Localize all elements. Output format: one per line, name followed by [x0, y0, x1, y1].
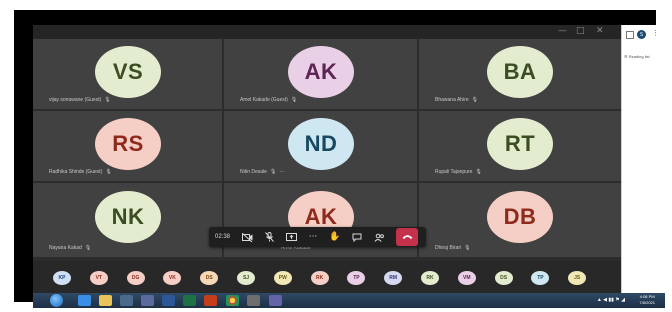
more-icon[interactable]: ··· [302, 227, 324, 247]
mic-off-icon: 🎙 [104, 97, 111, 103]
chat-icon[interactable] [346, 227, 368, 247]
browser-side-panel: S ⋮ ☰ Reading list [621, 25, 665, 293]
participant-name: Amol Kakade (Guest) 🎙 [240, 97, 297, 103]
camera-off-icon[interactable] [236, 227, 258, 247]
mic-off-icon: 🎙 [464, 245, 471, 251]
participant-chip[interactable]: VM [457, 271, 476, 285]
participant-name-label: Radhika Shinde (Guest) [49, 169, 103, 175]
ie-icon[interactable] [78, 295, 91, 306]
participant-chip[interactable]: RK [421, 271, 439, 285]
participant-name: Nayana Kakad 🎙 [49, 245, 91, 251]
participant-name-label: Amol Kakade (Guest) [240, 97, 288, 103]
teams-icon[interactable] [269, 295, 282, 306]
participant-chip[interactable]: DG [126, 271, 145, 285]
mic-off-icon: 🎙 [105, 169, 112, 175]
profile-initial: S [639, 31, 644, 38]
participant-tile[interactable]: BA Bhawana Ahire 🎙 [419, 39, 621, 109]
media-player-icon[interactable] [120, 295, 133, 306]
participant-name-label: Nayana Kakad [49, 245, 82, 251]
browser-menu-icon[interactable]: ⋮ [652, 29, 659, 37]
mic-off-icon: 🎙 [471, 97, 478, 103]
participant-name: vijay sonawane (Guest) 🎙 [49, 97, 111, 103]
app-icon[interactable] [141, 295, 154, 306]
people-icon[interactable] [368, 227, 390, 247]
windows-taskbar: ▲ ◀ ▮▮ ⚑ ◢ 4:08 PM 7/8/2021 [33, 293, 665, 308]
participant-name-label: Bhawana Ahire [435, 97, 469, 103]
file-explorer-icon[interactable] [99, 295, 112, 306]
participant-chip[interactable]: RK [310, 271, 329, 285]
title-bar: — □ ✕ [33, 25, 621, 39]
participant-tile[interactable]: ND Nitin Desale 🎙 ··· [224, 111, 417, 181]
excel-icon[interactable] [183, 295, 196, 306]
hang-up-button[interactable] [396, 228, 418, 246]
mic-off-icon[interactable] [258, 227, 280, 247]
more-options-icon[interactable]: ··· [279, 169, 284, 175]
participant-avatar: AK [288, 46, 354, 98]
participant-chip[interactable]: TP [347, 271, 366, 285]
powerpoint-icon[interactable] [204, 295, 217, 306]
participant-tile[interactable]: RT Rupali Tajanpure 🎙 [419, 111, 621, 181]
mic-off-icon: 🎙 [84, 245, 92, 251]
participant-avatar: RT [487, 118, 553, 170]
mic-off-icon: 🎙 [269, 169, 277, 175]
clock-date: 7/8/2021 [639, 300, 655, 305]
participant-tile[interactable]: NK Nayana Kakad 🎙 [33, 183, 222, 257]
screen: — □ ✕ VS vijay sonawane (Guest) 🎙 AK Amol… [33, 25, 665, 308]
participant-avatar: VS [95, 46, 161, 98]
raise-hand-icon[interactable]: ✋ [324, 227, 346, 247]
participant-chip[interactable]: SJ [237, 271, 255, 285]
word-icon[interactable] [162, 295, 175, 306]
participant-chip[interactable]: VT [89, 271, 108, 285]
chrome-active-icon[interactable] [247, 295, 260, 306]
participant-tile[interactable]: DB Dhiraj Birari 🎙 [419, 183, 621, 257]
participant-name-label: Nitin Desale [240, 169, 267, 175]
reading-list-label: Reading list [628, 54, 650, 59]
minimize-button[interactable]: — [558, 26, 567, 36]
extensions-icon[interactable] [626, 31, 634, 39]
participant-strip: KP VT DG VK DS SJ PW RK TP RM RK VM DS TP JS [33, 261, 621, 293]
participant-name: Dhiraj Birari 🎙 [435, 245, 470, 251]
participant-chip[interactable]: DS [200, 271, 219, 285]
participant-name-label: vijay sonawane (Guest) [49, 97, 102, 103]
participant-tile[interactable]: VS vijay sonawane (Guest) 🎙 [33, 39, 222, 109]
participant-chip[interactable]: PW [273, 271, 292, 285]
taskbar-clock[interactable]: 4:08 PM 7/8/2021 [639, 294, 655, 306]
screenshot-frame: — □ ✕ VS vijay sonawane (Guest) 🎙 AK Amol… [14, 10, 665, 308]
meeting-controls-bar: 02:38 ··· ✋ [209, 227, 426, 247]
participant-name-label: Rupali Tajanpure [435, 169, 473, 175]
participant-chip[interactable]: DS [494, 271, 513, 285]
profile-avatar[interactable]: S [637, 30, 646, 39]
hang-up-icon [402, 235, 412, 239]
participant-chip[interactable]: VK [163, 271, 182, 285]
participant-avatar: DB [487, 191, 553, 243]
teams-meeting-window: — □ ✕ VS vijay sonawane (Guest) 🎙 AK Amol… [33, 25, 621, 293]
participant-name: Radhika Shinde (Guest) 🎙 [49, 169, 112, 175]
participant-name-label: Dhiraj Birari [435, 245, 462, 251]
mic-off-icon: 🎙 [290, 97, 298, 103]
participant-tile[interactable]: RS Radhika Shinde (Guest) 🎙 [33, 111, 222, 181]
participant-chip[interactable]: RM [384, 271, 403, 285]
reading-list[interactable]: ☰ Reading list [624, 54, 650, 59]
participant-name: Nitin Desale 🎙 ··· [240, 169, 284, 175]
mic-off-icon: 🎙 [475, 169, 482, 175]
participant-tile[interactable]: AK Amol Kakade (Guest) 🎙 [224, 39, 417, 109]
participant-avatar: NK [95, 191, 161, 243]
participant-name: Bhawana Ahire 🎙 [435, 97, 478, 103]
participant-chip[interactable]: JS [568, 271, 587, 285]
participant-avatar: RS [95, 118, 161, 170]
chrome-icon[interactable] [226, 295, 239, 306]
participant-avatar: ND [288, 118, 354, 170]
close-button[interactable]: ✕ [596, 26, 604, 36]
meeting-timer: 02:38 [214, 234, 230, 240]
participant-chip[interactable]: TP [531, 271, 550, 285]
participant-name: Rupali Tajanpure 🎙 [435, 169, 482, 175]
start-button[interactable] [50, 294, 63, 307]
system-tray[interactable]: ▲ ◀ ▮▮ ⚑ ◢ [597, 297, 625, 303]
participant-avatar: BA [487, 46, 553, 98]
maximize-button[interactable]: □ [576, 26, 585, 36]
participant-chip[interactable]: KP [53, 271, 71, 285]
share-screen-icon[interactable] [280, 227, 302, 247]
